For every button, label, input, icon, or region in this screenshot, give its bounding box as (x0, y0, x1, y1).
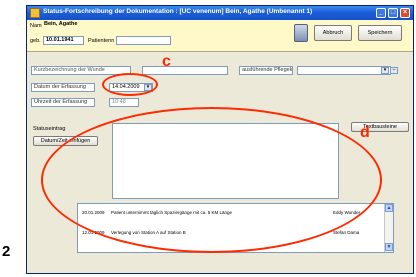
scroll-up-icon[interactable]: ▲ (385, 204, 393, 212)
annotation-label-d: d (360, 124, 370, 141)
window-title: Status-Fortschreibung der Dokumentation … (43, 8, 313, 15)
geb-label: geb. (30, 38, 41, 44)
history-user: Stefan Dama (333, 230, 360, 235)
patient-label: Patientenn (88, 38, 115, 44)
uhrzeit-label: Uhrzeit der Erfassung (31, 98, 95, 107)
kurzbezeichnung-input[interactable] (142, 66, 228, 75)
patient-header: Name Bein, Agathe geb. 10.01.1941 Patien… (27, 20, 413, 52)
chevron-down-icon[interactable]: ▾ (381, 67, 389, 74)
annotation-ellipse-d (41, 107, 382, 253)
app-icon (30, 8, 40, 18)
statuseintrag-label: Statuseintrag (33, 126, 66, 132)
annotation-ellipse-c (102, 73, 158, 96)
pflegekraft-extra-button[interactable]: – (390, 67, 398, 74)
scroll-down-icon[interactable]: ▼ (385, 243, 393, 251)
abbruch-button[interactable]: Abbruch (314, 25, 352, 41)
maximize-icon[interactable]: □ (388, 8, 398, 18)
uhrzeit-input[interactable]: 10:48 (109, 98, 139, 107)
history-scrollbar[interactable]: ▲ ▼ (384, 204, 393, 252)
patient-field (116, 36, 171, 45)
page-number: 2 (2, 243, 11, 260)
speichern-button[interactable]: Speichern (358, 25, 402, 41)
datum-label: Datum der Erfassung (31, 83, 95, 92)
name-value: Bein, Agathe (42, 21, 118, 30)
geb-value: 10.01.1941 (43, 36, 84, 45)
pflegekraft-label: ausführende Pflegekr. (239, 66, 293, 75)
close-icon[interactable]: × (400, 8, 410, 18)
printer-icon[interactable] (294, 24, 308, 42)
minimize-icon[interactable]: _ (376, 8, 386, 18)
annotation-label-c: c (162, 53, 171, 70)
pflegekraft-select[interactable] (297, 66, 391, 75)
title-bar[interactable]: Status-Fortschreibung der Dokumentation … (27, 6, 413, 20)
